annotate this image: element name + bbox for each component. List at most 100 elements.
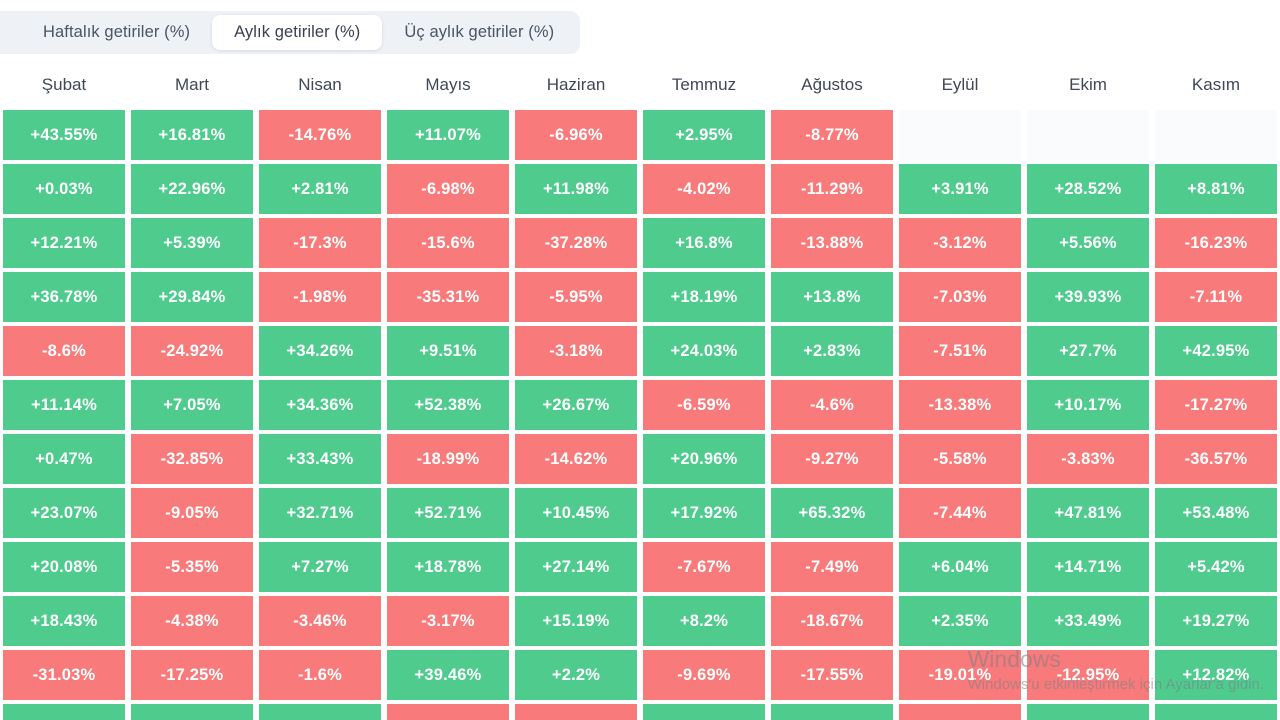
return-cell[interactable]: -4.02% [640,162,768,216]
return-cell[interactable]: +20.08% [0,540,128,594]
return-cell[interactable]: -7.51% [896,324,1024,378]
return-cell[interactable]: -13.88% [768,216,896,270]
return-cell[interactable]: -5.95% [512,270,640,324]
return-cell[interactable]: +23.07% [0,486,128,540]
return-cell[interactable]: +65.32% [768,486,896,540]
return-cell[interactable]: +36.78% [0,270,128,324]
return-cell[interactable]: -12.95% [1024,648,1152,702]
return-cell[interactable]: -8.6% [0,324,128,378]
return-cell[interactable]: +11.98% [512,162,640,216]
return-cell[interactable]: -5.35% [128,540,256,594]
return-cell[interactable]: +34.26% [256,324,384,378]
return-cell[interactable] [256,702,384,720]
return-cell[interactable]: +22.96% [128,162,256,216]
return-cell[interactable]: +18.78% [384,540,512,594]
return-cell[interactable]: +2.95% [640,108,768,162]
return-cell[interactable]: +18.43% [0,594,128,648]
table-row[interactable]: +12.21% +5.39% -17.3% -15.6% -37.28% +16.8% -1… [0,216,1280,270]
return-cell[interactable] [640,702,768,720]
return-cell[interactable] [1024,108,1152,162]
return-cell[interactable]: -24.92% [128,324,256,378]
return-cell[interactable]: +8.2% [640,594,768,648]
return-cell[interactable]: -7.11% [1152,270,1280,324]
return-cell[interactable] [768,702,896,720]
return-cell[interactable]: +18.19% [640,270,768,324]
return-cell[interactable]: +2.35% [896,594,1024,648]
table-row[interactable]: +23.07% -9.05% +32.71% +52.71% +10.45% +17.92… [0,486,1280,540]
return-cell[interactable]: +16.81% [128,108,256,162]
return-cell[interactable]: +42.95% [1152,324,1280,378]
return-cell[interactable] [0,702,128,720]
return-cell[interactable]: +6.04% [896,540,1024,594]
return-cell[interactable]: +39.93% [1024,270,1152,324]
return-cell[interactable]: +0.47% [0,432,128,486]
table-row[interactable]: +20.08% -5.35% +7.27% +18.78% +27.14% -7.67% -… [0,540,1280,594]
return-cell[interactable]: -17.55% [768,648,896,702]
return-cell[interactable]: +12.82% [1152,648,1280,702]
return-cell[interactable]: -7.44% [896,486,1024,540]
return-cell[interactable]: -7.67% [640,540,768,594]
return-cell[interactable]: +12.21% [0,216,128,270]
return-cell[interactable]: -3.46% [256,594,384,648]
return-cell[interactable]: -9.69% [640,648,768,702]
return-cell[interactable]: +3.91% [896,162,1024,216]
return-cell[interactable] [1024,702,1152,720]
return-cell[interactable]: -31.03% [0,648,128,702]
return-cell[interactable]: -36.57% [1152,432,1280,486]
return-cell[interactable]: -16.23% [1152,216,1280,270]
return-cell[interactable]: -1.98% [256,270,384,324]
return-cell[interactable]: +2.81% [256,162,384,216]
return-cell[interactable]: +33.49% [1024,594,1152,648]
return-cell[interactable]: +0.03% [0,162,128,216]
return-cell[interactable] [896,108,1024,162]
return-cell[interactable]: -18.67% [768,594,896,648]
return-cell[interactable]: +7.27% [256,540,384,594]
return-cell[interactable]: +11.07% [384,108,512,162]
table-row[interactable]: -31.03% -17.25% -1.6% +39.46% +2.2% -9.69% -17… [0,648,1280,702]
return-cell[interactable]: +14.71% [1024,540,1152,594]
return-cell[interactable]: -14.62% [512,432,640,486]
return-cell[interactable]: -14.76% [256,108,384,162]
return-cell[interactable]: -3.17% [384,594,512,648]
return-cell[interactable] [896,702,1024,720]
table-row[interactable]: +43.55% +16.81% -14.76% +11.07% -6.96% +2.95%… [0,108,1280,162]
return-cell[interactable]: +20.96% [640,432,768,486]
return-cell[interactable] [128,702,256,720]
table-row[interactable] [0,702,1280,720]
return-cell[interactable]: +43.55% [0,108,128,162]
return-cell[interactable]: +32.71% [256,486,384,540]
return-cell[interactable]: -17.3% [256,216,384,270]
return-cell[interactable]: -35.31% [384,270,512,324]
tab-1[interactable]: Haftalık getiriler (%) [21,15,212,50]
return-cell[interactable]: -3.12% [896,216,1024,270]
return-cell[interactable]: +5.39% [128,216,256,270]
return-cell[interactable]: -6.59% [640,378,768,432]
return-cell[interactable]: -7.49% [768,540,896,594]
tab-0[interactable]: ...riler(%) [0,15,21,50]
return-cell[interactable]: +17.92% [640,486,768,540]
return-cell[interactable]: -11.29% [768,162,896,216]
return-cell[interactable]: -32.85% [128,432,256,486]
table-row[interactable]: +18.43% -4.38% -3.46% -3.17% +15.19% +8.2% -18… [0,594,1280,648]
return-cell[interactable]: -8.77% [768,108,896,162]
return-cell[interactable]: +9.51% [384,324,512,378]
return-cell[interactable]: +27.14% [512,540,640,594]
return-cell[interactable]: +27.7% [1024,324,1152,378]
return-cell[interactable]: -3.83% [1024,432,1152,486]
return-cell[interactable]: -17.25% [128,648,256,702]
return-cell[interactable] [1152,108,1280,162]
return-cell[interactable]: -6.98% [384,162,512,216]
return-cell[interactable]: +34.36% [256,378,384,432]
return-cell[interactable]: -9.27% [768,432,896,486]
return-cell[interactable]: +19.27% [1152,594,1280,648]
table-row[interactable]: +0.47% -32.85% +33.43% -18.99% -14.62% +20.96… [0,432,1280,486]
return-cell[interactable] [1152,702,1280,720]
table-row[interactable]: +0.03% +22.96% +2.81% -6.98% +11.98% -4.02% -1… [0,162,1280,216]
return-cell[interactable]: -17.27% [1152,378,1280,432]
return-cell[interactable]: +11.14% [0,378,128,432]
return-cell[interactable]: +5.42% [1152,540,1280,594]
return-cell[interactable]: -37.28% [512,216,640,270]
return-cell[interactable]: +10.17% [1024,378,1152,432]
return-cell[interactable]: -19.01% [896,648,1024,702]
table-row[interactable]: +36.78% +29.84% -1.98% -35.31% -5.95% +18.19%… [0,270,1280,324]
